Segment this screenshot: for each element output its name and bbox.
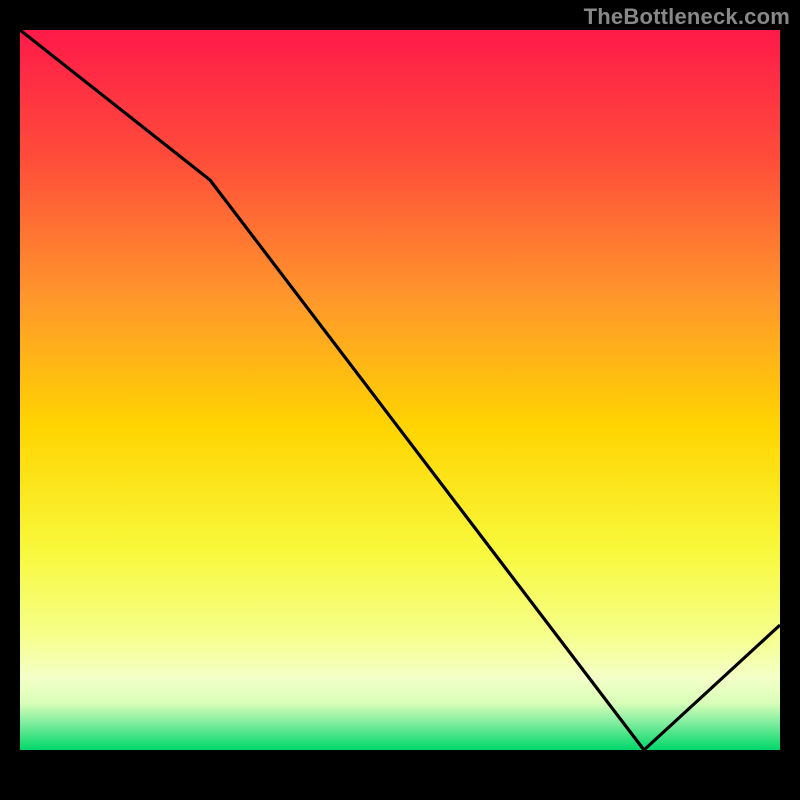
- attribution-text: TheBottleneck.com: [584, 4, 790, 30]
- chart-background: [20, 30, 780, 750]
- x-axis-strip: [20, 750, 780, 780]
- bottleneck-chart: [20, 30, 780, 780]
